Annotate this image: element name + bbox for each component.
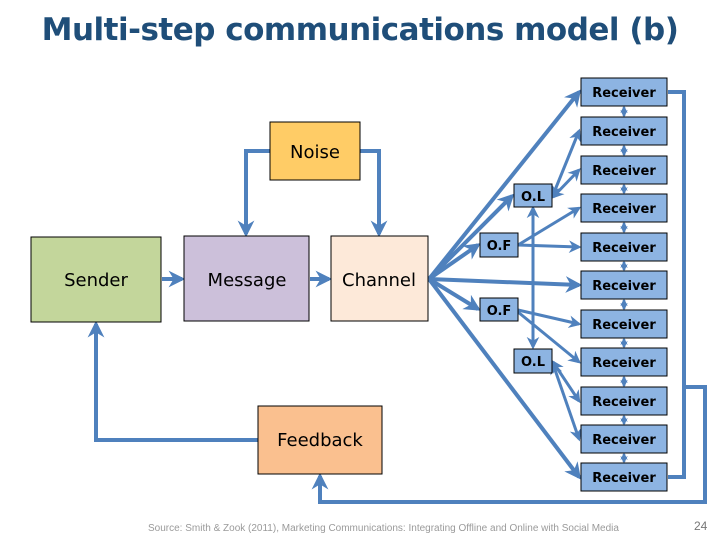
receiver-node: Receiver <box>580 193 668 223</box>
feedback-label: Feedback <box>277 430 363 451</box>
receiver-label: Receiver <box>592 202 656 217</box>
receiver-node: Receiver <box>580 424 668 454</box>
receiver-label: Receiver <box>592 395 656 410</box>
receiver-node: Receiver <box>580 462 668 492</box>
receiver-label: Receiver <box>592 471 656 486</box>
ol-bottom-to-receiver-10-arrow <box>550 361 582 442</box>
receiver-node: Receiver <box>580 155 668 185</box>
opinion-former-top-label: O.F <box>487 239 512 254</box>
receiver-label: Receiver <box>592 164 656 179</box>
of-top-to-receiver-5-arrow <box>517 240 582 253</box>
receiver-label: Receiver <box>592 279 656 294</box>
receiver-feedback-loop-inner <box>668 90 686 479</box>
source-citation: Source: Smith & Zook (2011), Marketing C… <box>148 523 619 534</box>
receiver-node: Receiver <box>580 309 668 339</box>
opinion-leader-top-label: O.L <box>521 190 545 205</box>
receiver-node: Receiver <box>580 77 668 107</box>
receiver-label: Receiver <box>592 241 656 256</box>
ol-bottom-to-receiver-9-arrow <box>551 359 581 404</box>
feedback-node: Feedback <box>257 405 383 475</box>
noise-node: Noise <box>269 121 361 181</box>
noise-to-channel-arrow <box>360 149 388 238</box>
opinion-former-bottom: O.F <box>479 297 519 322</box>
page-number: 24 <box>694 519 708 533</box>
of-top-to-receiver-4-arrow <box>517 206 582 247</box>
feedback-to-sender-arrow <box>87 320 258 442</box>
receiver-node: Receiver <box>580 347 668 377</box>
channel-node: Channel <box>330 235 429 322</box>
channel-to-of-bottom-arrow <box>427 277 481 311</box>
receiver-node: Receiver <box>580 386 668 416</box>
noise-to-message-arrow <box>237 149 270 238</box>
noise-label: Noise <box>290 142 340 163</box>
sender-label: Sender <box>64 270 128 291</box>
receiver-node: Receiver <box>580 270 668 300</box>
receiver-label: Receiver <box>592 318 656 333</box>
sender-node: Sender <box>30 236 162 323</box>
receiver-label: Receiver <box>592 86 656 101</box>
opinion-leader-bottom-label: O.L <box>521 355 545 370</box>
message-label: Message <box>208 270 287 291</box>
receiver-label: Receiver <box>592 356 656 371</box>
opinion-leader-top: O.L <box>513 183 553 208</box>
receiver-label: Receiver <box>592 125 656 140</box>
communications-diagram: Noise Sender Message Channel Feedback O.… <box>30 77 707 504</box>
receiver-label: Receiver <box>592 433 656 448</box>
channel-label: Channel <box>342 270 416 291</box>
channel-to-receiver-6-arrow <box>428 276 583 293</box>
receivers-column: Receiver Receiver Receiver Receiver Receiver… <box>580 77 668 492</box>
of-bottom-to-receiver-7-arrow <box>517 308 582 328</box>
message-node: Message <box>183 235 310 322</box>
receiver-node: Receiver <box>580 232 668 262</box>
receiver-node: Receiver <box>580 116 668 146</box>
opinion-former-bottom-label: O.F <box>487 304 512 319</box>
opinion-former-top: O.F <box>479 232 519 258</box>
opinion-leader-bottom: O.L <box>513 348 553 374</box>
